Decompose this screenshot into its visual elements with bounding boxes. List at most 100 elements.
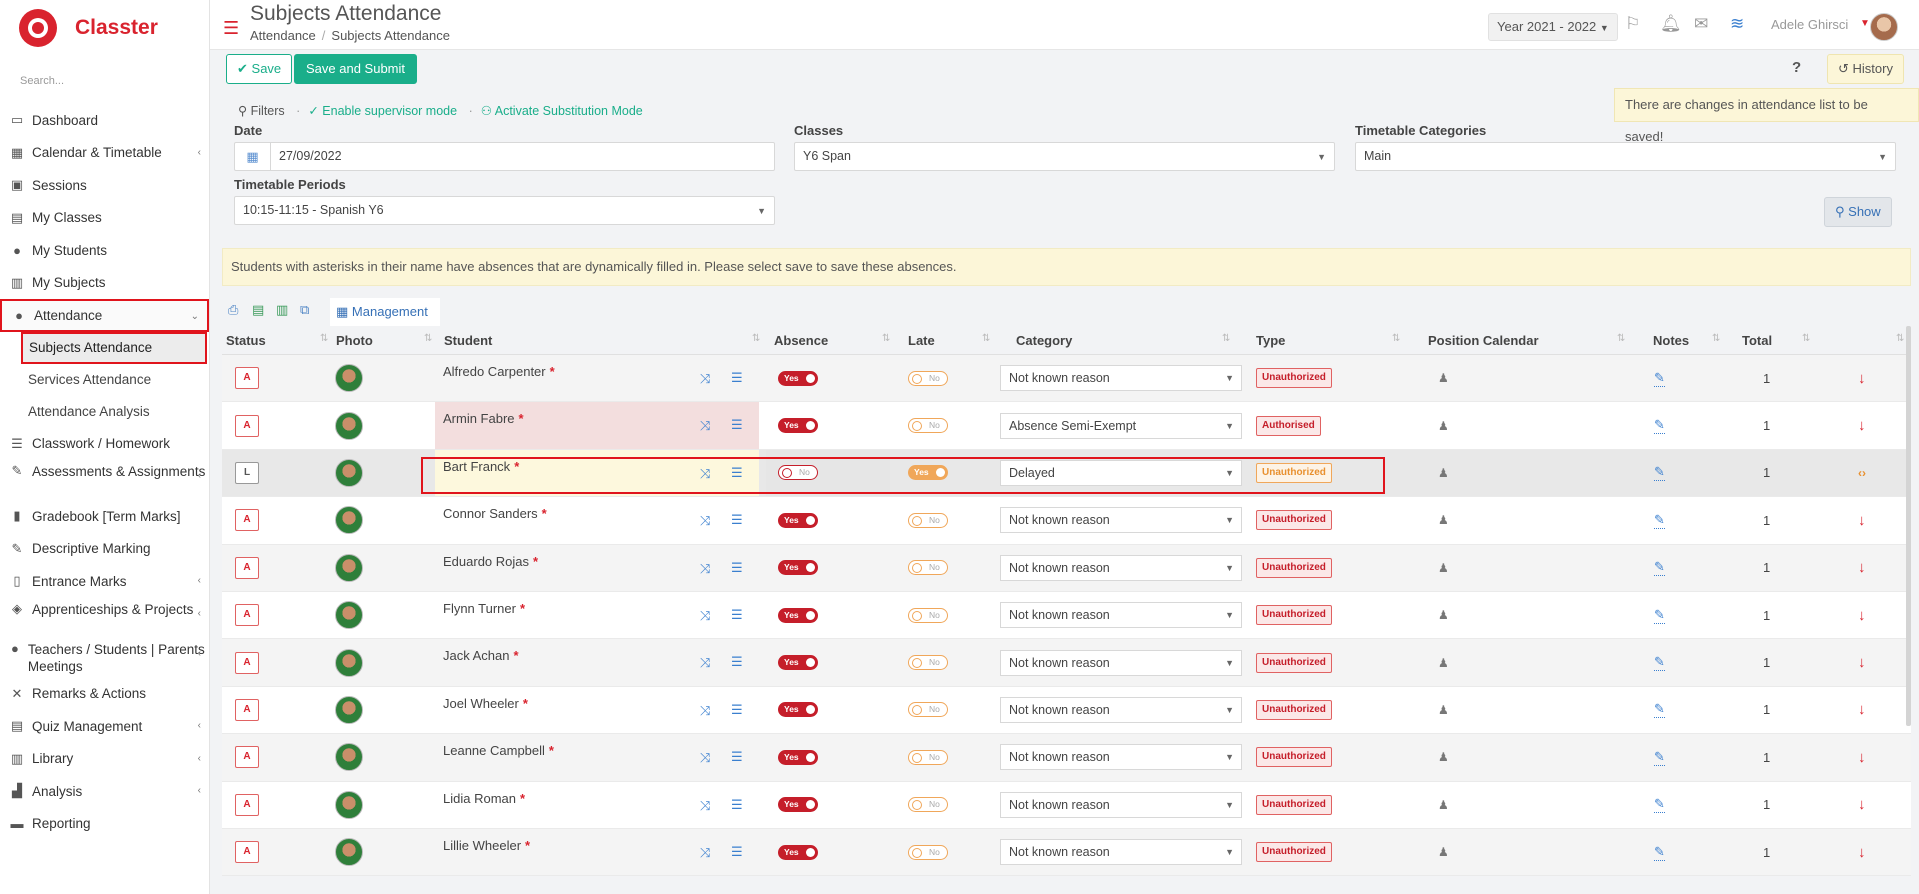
hamburger-menu-icon[interactable]: ☰ (223, 18, 239, 39)
late-toggle[interactable]: No (908, 560, 948, 576)
sidebar-item-library[interactable]: ▥ Library ‹ (0, 743, 209, 776)
arrow-down-icon[interactable]: ↓ (1858, 654, 1866, 671)
student-name[interactable]: Alfredo Carpenter * (443, 364, 555, 379)
person-icon[interactable]: ♟ (1438, 845, 1449, 859)
category-select[interactable]: Not known reason ▼ (1000, 554, 1242, 581)
flag-icon[interactable]: ⚐ (1625, 14, 1640, 34)
year-select[interactable]: Year 2021 - 2022 ▼ (1488, 13, 1618, 41)
student-photo[interactable] (335, 790, 363, 819)
shuffle-icon[interactable]: ⤨ (700, 655, 710, 671)
column-type[interactable]: Type (1256, 333, 1285, 348)
absence-toggle[interactable]: Yes (778, 607, 818, 623)
student-photo[interactable] (335, 648, 363, 677)
column-notes[interactable]: Notes (1653, 333, 1689, 348)
shuffle-icon[interactable]: ⤨ (700, 418, 710, 434)
sort-icon[interactable]: ⇅ (882, 333, 890, 344)
late-toggle[interactable]: No (908, 607, 948, 623)
category-select[interactable]: Not known reason ▼ (1000, 602, 1242, 629)
list-icon[interactable]: ☰ (731, 512, 743, 528)
list-icon[interactable]: ☰ (731, 370, 743, 386)
classes-select[interactable]: Y6 Span ▼ (794, 142, 1335, 171)
category-select[interactable]: Not known reason ▼ (1000, 744, 1242, 771)
edit-note-icon[interactable]: ✎ (1654, 796, 1665, 814)
sidebar-item-my-students[interactable]: ● My Students (0, 234, 209, 267)
sort-icon[interactable]: ⇅ (1802, 333, 1810, 344)
list-icon[interactable]: ☰ (731, 749, 743, 765)
sidebar-item-sessions[interactable]: ▣ Sessions (0, 169, 209, 202)
shuffle-icon[interactable]: ⤨ (700, 703, 710, 719)
person-icon[interactable]: ♟ (1438, 750, 1449, 764)
show-button[interactable]: ⚲ Show (1824, 197, 1892, 227)
shuffle-icon[interactable]: ⤨ (700, 371, 710, 387)
sidebar-item-assessments-assignments[interactable]: ✎ Assessments & Assignments ‹ (0, 460, 209, 500)
edit-note-icon[interactable]: ✎ (1654, 654, 1665, 672)
person-icon[interactable]: ♟ (1438, 656, 1449, 670)
edit-note-icon[interactable]: ✎ (1654, 844, 1665, 861)
sidebar-subitem-subjects-attendance[interactable]: Subjects Attendance (21, 331, 207, 364)
absence-toggle[interactable]: Yes (778, 370, 818, 386)
csv-icon[interactable]: ▥ (276, 302, 288, 318)
help-icon[interactable]: ? (1792, 59, 1801, 76)
late-toggle[interactable]: No (908, 797, 948, 813)
date-field[interactable]: ▦ 27/09/2022 (234, 142, 775, 171)
table-scrollbar[interactable] (1906, 326, 1911, 726)
column-total[interactable]: Total (1742, 333, 1772, 348)
save-and-submit-button[interactable]: Save and Submit (294, 54, 418, 84)
edit-note-icon[interactable]: ✎ (1654, 512, 1665, 529)
absence-toggle[interactable]: Yes (778, 749, 818, 765)
shuffle-icon[interactable]: ⤨ (700, 608, 710, 624)
category-select[interactable]: Not known reason ▼ (1000, 696, 1242, 723)
category-select[interactable]: Not known reason ▼ (1000, 791, 1242, 818)
student-photo[interactable] (335, 506, 363, 535)
list-icon[interactable]: ☰ (731, 844, 743, 860)
print-icon[interactable]: ⎙ (228, 302, 238, 318)
student-photo[interactable] (335, 838, 363, 867)
person-icon[interactable]: ♟ (1438, 608, 1449, 622)
student-photo[interactable] (335, 458, 363, 487)
arrow-down-icon[interactable]: ↓ (1858, 370, 1866, 387)
absence-toggle[interactable]: Yes (778, 797, 818, 813)
enable-supervisor-mode-link[interactable]: ✓ Enable supervisor mode (308, 104, 457, 118)
sidebar-item-gradebook-term-marks[interactable]: ▮ Gradebook [Term Marks] (0, 500, 209, 533)
column-position-calendar[interactable]: Position Calendar (1428, 333, 1539, 348)
shuffle-icon[interactable]: ⤨ (700, 845, 710, 861)
student-photo[interactable] (335, 601, 363, 630)
user-caret-icon[interactable]: ▼ (1860, 18, 1870, 29)
student-name[interactable]: Bart Franck * (443, 459, 519, 474)
late-toggle[interactable]: No (908, 702, 948, 718)
activate-substitution-mode-link[interactable]: ⚇ Activate Substitution Mode (481, 104, 643, 118)
logo[interactable]: Classter (18, 8, 158, 48)
list-icon[interactable]: ☰ (731, 417, 743, 433)
category-select[interactable]: Not known reason ▼ (1000, 839, 1242, 866)
student-name[interactable]: Eduardo Rojas * (443, 554, 538, 569)
status-badge[interactable]: A (235, 556, 259, 579)
sidebar-item-descriptive-marking[interactable]: ✎ Descriptive Marking (0, 533, 209, 566)
student-photo[interactable] (335, 553, 363, 582)
person-icon[interactable]: ♟ (1438, 371, 1449, 385)
user-name[interactable]: Adele Ghirsci (1771, 17, 1848, 32)
shuffle-icon[interactable]: ⤨ (700, 513, 710, 529)
column-absence[interactable]: Absence (774, 333, 828, 348)
person-icon[interactable]: ♟ (1438, 798, 1449, 812)
absence-toggle[interactable]: Yes (778, 418, 818, 434)
student-name[interactable]: Flynn Turner * (443, 601, 525, 616)
sort-icon[interactable]: ⇅ (752, 333, 760, 344)
status-badge[interactable]: A (235, 651, 259, 674)
student-name[interactable]: Connor Sanders * (443, 506, 547, 521)
arrow-down-icon[interactable]: ↓ (1858, 749, 1866, 766)
arrows-horizontal-icon[interactable]: ‹› (1858, 466, 1866, 480)
student-photo[interactable] (335, 364, 363, 393)
column-student[interactable]: Student (444, 333, 492, 348)
sort-icon[interactable]: ⇅ (1617, 333, 1625, 344)
late-toggle[interactable]: No (908, 749, 948, 765)
sidebar-item-my-classes[interactable]: ▤ My Classes (0, 202, 209, 235)
student-name[interactable]: Jack Achan * (443, 648, 519, 663)
sort-icon[interactable]: ⇅ (1896, 333, 1904, 344)
list-icon[interactable]: ☰ (731, 654, 743, 670)
user-avatar[interactable] (1870, 13, 1898, 41)
person-icon[interactable]: ♟ (1438, 513, 1449, 527)
category-select[interactable]: Absence Semi-Exempt ▼ (1000, 412, 1242, 439)
status-badge[interactable]: A (235, 367, 259, 390)
student-photo[interactable] (335, 743, 363, 772)
student-photo[interactable] (335, 695, 363, 724)
